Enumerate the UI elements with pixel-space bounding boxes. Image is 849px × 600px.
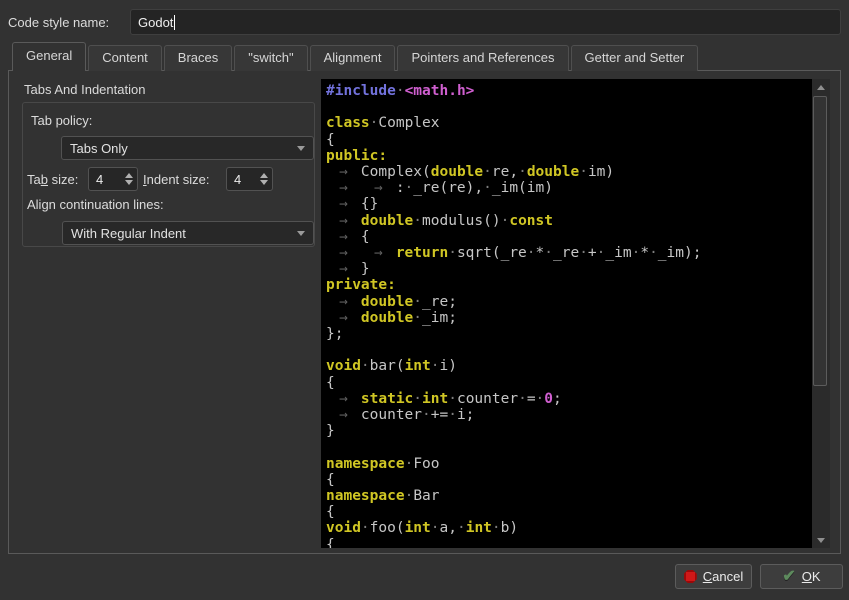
- code-line: {: [326, 472, 810, 488]
- code-line: [326, 342, 810, 358]
- code-line: →→:·_re(re),·_im(im): [326, 180, 810, 196]
- spin-up-icon[interactable]: [260, 173, 268, 178]
- code-line: →→return·sqrt(_re·*·_re·+·_im·*·_im);: [326, 245, 810, 261]
- code-line: public:: [326, 148, 810, 164]
- indent-size-label: Indent size:: [143, 172, 210, 187]
- tab-size-stepper[interactable]: 4: [88, 167, 138, 191]
- code-line: {: [326, 537, 810, 548]
- code-style-dialog: { "name_row": { "label": "Code style nam…: [0, 0, 849, 600]
- tab-policy-label: Tab policy:: [31, 113, 92, 128]
- code-line: void·bar(int·i): [326, 358, 810, 374]
- tab-pointers-and-references[interactable]: Pointers and References: [397, 45, 568, 71]
- scroll-up-button[interactable]: [812, 79, 830, 95]
- code-line: →double·_re;: [326, 294, 810, 310]
- tab-braces[interactable]: Braces: [164, 45, 232, 71]
- code-line: →counter·+=·i;: [326, 407, 810, 423]
- tab-size-label: Tab size:: [27, 172, 78, 187]
- chevron-down-icon: [297, 231, 305, 236]
- code-style-name-label: Code style name:: [8, 15, 109, 30]
- code-line: →double·modulus()·const: [326, 213, 810, 229]
- tab-content[interactable]: Content: [88, 45, 162, 71]
- scrollbar-thumb[interactable]: [813, 96, 827, 386]
- code-line: →double·_im;: [326, 310, 810, 326]
- vertical-scrollbar[interactable]: [812, 79, 830, 548]
- code-line: #include·<math.h>: [326, 83, 810, 99]
- code-preview[interactable]: #include·<math.h> class·Complex{public:→…: [321, 79, 830, 548]
- code-line: namespace·Bar: [326, 488, 810, 504]
- code-style-name-input[interactable]: Godot: [130, 9, 841, 35]
- tab-bar: GeneralContentBraces"switch"AlignmentPoi…: [12, 44, 700, 71]
- cancel-button-label: Cancel: [703, 569, 743, 584]
- arrow-down-icon: [817, 538, 825, 543]
- spin-down-icon[interactable]: [260, 180, 268, 185]
- ok-check-icon: ✔: [782, 570, 795, 583]
- code-line: →Complex(double·re,·double·im): [326, 164, 810, 180]
- ok-button-label: OK: [802, 569, 821, 584]
- scroll-down-button[interactable]: [812, 532, 830, 548]
- tab-getter-and-setter[interactable]: Getter and Setter: [571, 45, 699, 71]
- ok-button[interactable]: ✔ OK: [760, 564, 843, 589]
- code-style-name-value: Godot: [138, 15, 173, 30]
- chevron-down-icon: [297, 146, 305, 151]
- align-continuation-label: Align continuation lines:: [27, 197, 164, 212]
- code-line: class·Complex: [326, 115, 810, 131]
- cancel-icon: [684, 570, 697, 583]
- code-line: };: [326, 326, 810, 342]
- code-line: }: [326, 423, 810, 439]
- code-line: {: [326, 132, 810, 148]
- tab-alignment[interactable]: Alignment: [310, 45, 396, 71]
- tab-switch[interactable]: "switch": [234, 45, 307, 71]
- tab-general[interactable]: General: [12, 42, 86, 71]
- tab-policy-value: Tabs Only: [70, 141, 128, 156]
- text-cursor: [174, 15, 175, 30]
- code-line: →static·int·counter·=·0;: [326, 391, 810, 407]
- code-line: →{}: [326, 196, 810, 212]
- code-line: {: [326, 504, 810, 520]
- code-line: [326, 99, 810, 115]
- code-line: {: [326, 375, 810, 391]
- code-line: →}: [326, 261, 810, 277]
- spin-down-icon[interactable]: [125, 180, 133, 185]
- code-lines: #include·<math.h> class·Complex{public:→…: [326, 83, 810, 548]
- tab-policy-select[interactable]: Tabs Only: [61, 136, 314, 160]
- code-line: [326, 439, 810, 455]
- spin-up-icon[interactable]: [125, 173, 133, 178]
- section-title: Tabs And Indentation: [24, 82, 145, 97]
- code-line: private:: [326, 277, 810, 293]
- code-line: namespace·Foo: [326, 456, 810, 472]
- align-continuation-value: With Regular Indent: [71, 226, 186, 241]
- tab-size-value[interactable]: 4: [89, 168, 121, 190]
- align-continuation-select[interactable]: With Regular Indent: [62, 221, 314, 245]
- general-tab-panel: Tabs And Indentation Tab policy: Tabs On…: [8, 70, 841, 554]
- code-line: →{: [326, 229, 810, 245]
- cancel-button[interactable]: Cancel: [675, 564, 752, 589]
- tab-size-spin-buttons: [121, 168, 137, 190]
- code-line: void·foo(int·a,·int·b): [326, 520, 810, 536]
- tabs-indentation-group: Tab policy: Tabs Only Tab size: 4 Indent…: [22, 102, 315, 247]
- arrow-up-icon: [817, 85, 825, 90]
- indent-size-stepper[interactable]: 4: [226, 167, 273, 191]
- indent-size-value[interactable]: 4: [227, 168, 256, 190]
- indent-size-spin-buttons: [256, 168, 272, 190]
